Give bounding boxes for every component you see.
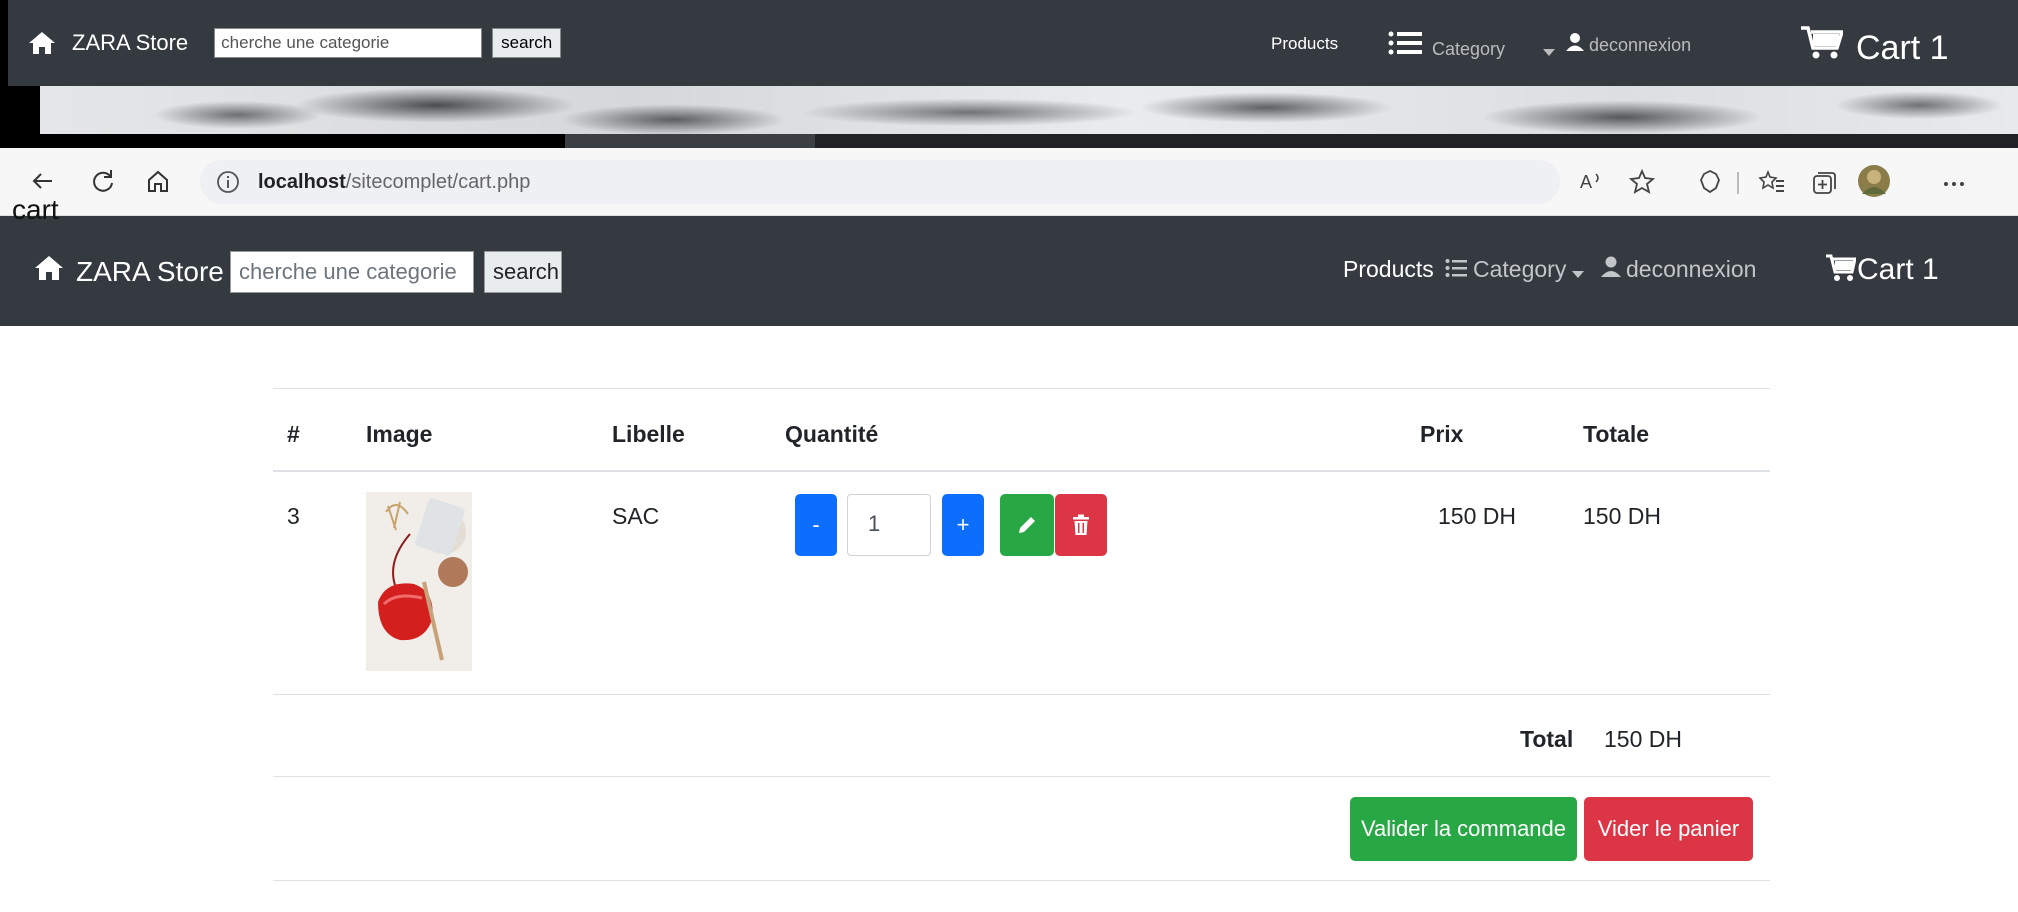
total-row-border bbox=[273, 776, 1770, 777]
category-dropdown[interactable]: Category bbox=[1473, 256, 1566, 283]
row-number: 3 bbox=[287, 503, 300, 529]
home-icon[interactable] bbox=[34, 255, 64, 286]
user-icon bbox=[1600, 256, 1622, 283]
toolbar-separator bbox=[1737, 172, 1739, 194]
brand[interactable]: ZARA Store bbox=[76, 256, 224, 288]
caret-down-icon bbox=[1572, 266, 1584, 284]
search-button[interactable]: search bbox=[484, 251, 562, 293]
outer-category-dropdown[interactable]: Category bbox=[1432, 39, 1505, 60]
home-browser-icon[interactable] bbox=[145, 168, 171, 194]
banner-divider-dark bbox=[815, 134, 2018, 148]
page-title: cart bbox=[12, 194, 59, 225]
grand-total-value: 150 DH bbox=[1604, 726, 1682, 752]
banner-image bbox=[40, 86, 2018, 134]
grand-total-label: Total bbox=[1520, 726, 1574, 752]
url-host: localhost bbox=[258, 171, 346, 193]
user-icon bbox=[1565, 32, 1585, 57]
trash-icon bbox=[1073, 514, 1089, 535]
table-top-border bbox=[273, 388, 1770, 389]
column-header-totale: Totale bbox=[1583, 421, 1650, 447]
extensions-icon[interactable] bbox=[1696, 168, 1724, 196]
outer-search-input[interactable]: cherche une categorie bbox=[214, 28, 483, 58]
pencil-icon bbox=[1019, 517, 1035, 533]
url-path: /sitecomplet/cart.php bbox=[345, 171, 531, 193]
column-header-image: Image bbox=[366, 421, 433, 447]
quantity-input[interactable]: 1 bbox=[847, 494, 931, 556]
outer-products-link[interactable]: Products bbox=[1271, 34, 1338, 54]
outer-search-button[interactable]: search bbox=[492, 28, 562, 58]
address-bar: localhost/sitecomplet/cart.php A bbox=[0, 148, 2018, 216]
cart-link[interactable]: Cart 1 bbox=[1857, 253, 1939, 287]
validate-order-button[interactable]: Valider la commande bbox=[1350, 797, 1577, 861]
column-header-prix: Prix bbox=[1420, 421, 1464, 447]
row-libelle: SAC bbox=[612, 503, 660, 529]
row-border bbox=[273, 694, 1770, 695]
empty-cart-button[interactable]: Vider le panier bbox=[1584, 797, 1753, 861]
update-button[interactable] bbox=[1000, 494, 1054, 556]
collections-icon[interactable] bbox=[1810, 168, 1838, 196]
column-header-libelle: Libelle bbox=[612, 421, 685, 447]
row-total: 150 DH bbox=[1583, 503, 1661, 529]
outer-cart-link[interactable]: Cart 1 bbox=[1856, 29, 1949, 68]
favorites-bar-icon[interactable] bbox=[1758, 168, 1786, 196]
column-header-quantite: Quantité bbox=[785, 421, 879, 447]
products-link[interactable]: Products bbox=[1343, 256, 1434, 283]
table-bottom-border bbox=[273, 880, 1770, 881]
read-aloud-icon[interactable]: A bbox=[1578, 168, 1606, 196]
profile-avatar[interactable] bbox=[1857, 164, 1891, 198]
row-price: 150 DH bbox=[1438, 503, 1516, 529]
navbar: ZARA Store cherche une categorie search … bbox=[0, 216, 2018, 326]
caret-down-icon bbox=[1543, 44, 1555, 62]
list-icon bbox=[1388, 30, 1422, 61]
svg-text:A: A bbox=[1580, 172, 1592, 192]
increase-quantity-button[interactable]: + bbox=[942, 494, 984, 556]
cart-icon[interactable] bbox=[1801, 26, 1845, 65]
info-icon[interactable] bbox=[216, 170, 242, 196]
outer-logout-link[interactable]: deconnexion bbox=[1589, 35, 1691, 56]
back-arrow-icon[interactable] bbox=[30, 168, 56, 194]
favorite-icon[interactable] bbox=[1628, 168, 1656, 196]
list-icon bbox=[1445, 258, 1467, 283]
outer-brand[interactable]: ZARA Store bbox=[72, 30, 188, 56]
home-icon[interactable] bbox=[28, 28, 62, 58]
table-header-border bbox=[273, 470, 1770, 472]
logout-link[interactable]: deconnexion bbox=[1626, 256, 1756, 283]
column-header-number: # bbox=[287, 421, 300, 447]
decrease-quantity-button[interactable]: - bbox=[795, 494, 837, 556]
refresh-icon[interactable] bbox=[90, 168, 116, 194]
more-menu-icon[interactable] bbox=[1940, 168, 1968, 196]
delete-item-button[interactable] bbox=[1055, 494, 1107, 556]
search-input[interactable]: cherche une categorie bbox=[230, 251, 474, 293]
banner-divider bbox=[565, 134, 815, 148]
product-image[interactable] bbox=[366, 492, 472, 671]
cart-icon[interactable] bbox=[1826, 254, 1857, 287]
outer-navbar: ZARA Store cherche une categorie search … bbox=[8, 0, 2018, 86]
